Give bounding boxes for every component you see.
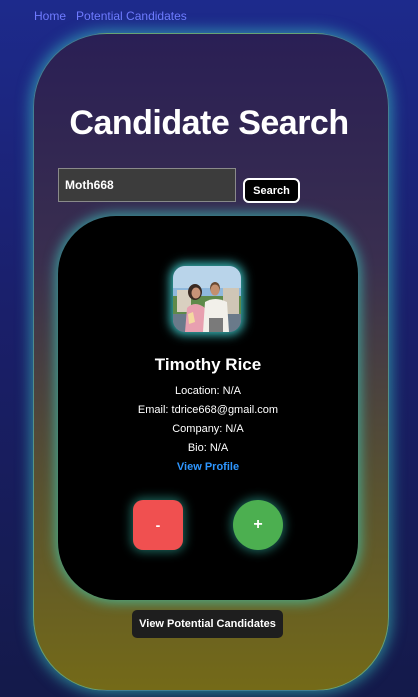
top-nav: Home Potential Candidates bbox=[34, 9, 187, 23]
view-profile-link[interactable]: View Profile bbox=[58, 461, 358, 473]
avatar bbox=[173, 266, 241, 332]
nav-potential-candidates-link[interactable]: Potential Candidates bbox=[76, 9, 187, 23]
search-input[interactable] bbox=[58, 168, 236, 202]
page-title: Candidate Search bbox=[69, 104, 349, 142]
view-potential-candidates-button[interactable]: View Potential Candidates bbox=[132, 610, 283, 638]
avatar-photo bbox=[173, 266, 241, 332]
search-button[interactable]: Search bbox=[243, 178, 300, 203]
candidate-name: Timothy Rice bbox=[154, 355, 262, 374]
candidate-company: Company: N/A bbox=[172, 423, 244, 435]
candidate-location: Location: N/A bbox=[174, 385, 242, 397]
accept-button[interactable]: + bbox=[233, 500, 283, 550]
reject-button[interactable]: - bbox=[133, 500, 183, 550]
nav-home-link[interactable]: Home bbox=[34, 9, 66, 23]
candidate-bio: Bio: N/A bbox=[187, 442, 229, 454]
candidate-email: Email: tdrice668@gmail.com bbox=[137, 404, 279, 416]
